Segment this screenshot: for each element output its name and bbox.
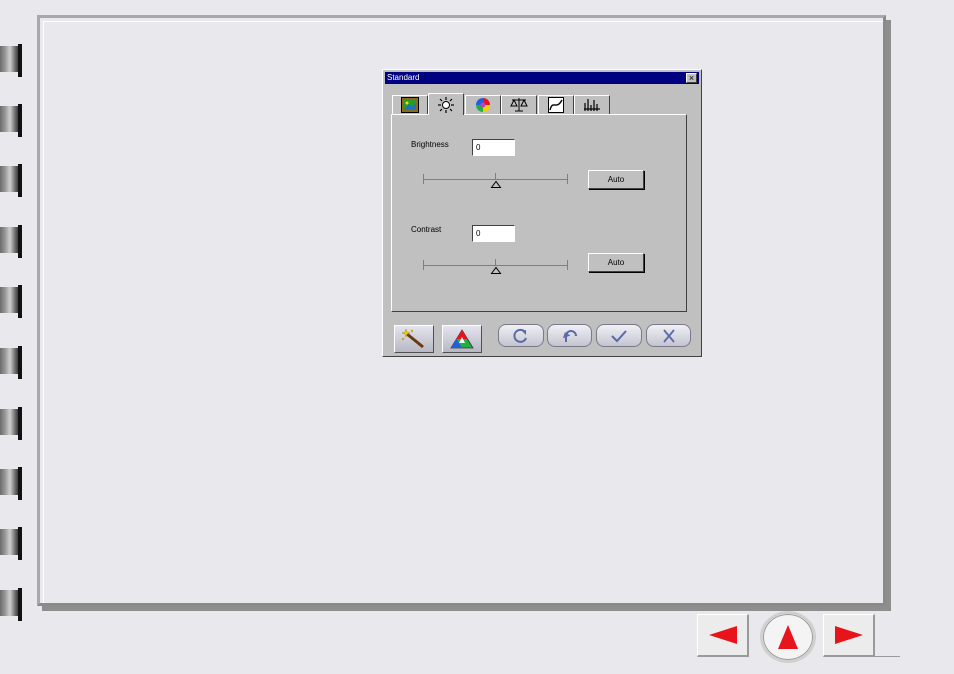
binder-ring [0,44,22,77]
binder-ring [0,104,22,137]
tab-histogram[interactable] [574,95,610,114]
cancel-x-icon [662,328,675,343]
nav-underline [875,656,900,657]
standard-dialog: Standard × Brightness 0 Auto Contrast 0 … [382,69,702,357]
home-button[interactable] [760,611,816,663]
ok-button[interactable] [596,324,642,347]
binder-ring [0,346,22,379]
binder-ring [0,285,22,318]
rgb-triangle-icon [450,329,474,349]
color-wheel-icon [476,98,490,112]
contrast-slider[interactable] [423,259,568,274]
color-adjust-button[interactable] [442,325,482,353]
tab-curves[interactable] [538,95,574,114]
tab-color[interactable] [465,95,501,114]
brightness-label: Brightness [411,140,449,149]
binder-ring [0,527,22,560]
contrast-input[interactable]: 0 [472,225,515,242]
cancel-button[interactable] [646,324,691,347]
dialog-title: Standard [387,73,420,82]
previous-page-button[interactable] [697,614,749,657]
close-button[interactable]: × [686,73,697,83]
dialog-titlebar[interactable]: Standard × [385,72,699,84]
checkmark-icon [611,329,627,342]
tab-brightness[interactable] [428,93,464,115]
settings-panel: Brightness 0 Auto Contrast 0 Auto [391,114,687,312]
binder-ring [0,407,22,440]
right-arrow-icon [834,626,863,644]
next-page-button[interactable] [823,614,875,657]
binder-ring [0,467,22,500]
left-arrow-icon [708,626,737,644]
contrast-label: Contrast [411,225,442,234]
brightness-slider[interactable] [423,173,568,188]
reset-button[interactable] [498,324,544,347]
curve-icon [548,97,564,113]
up-arrow-icon [778,625,798,649]
binder-ring [0,225,22,258]
brightness-slider-thumb[interactable] [490,180,501,188]
undo-icon [562,329,577,342]
contrast-slider-thumb[interactable] [490,266,501,274]
tab-balance[interactable] [501,95,537,114]
image-icon [401,97,419,113]
binder-ring [0,588,22,621]
brightness-input[interactable]: 0 [472,139,515,156]
balance-icon [510,98,528,112]
close-icon: × [688,73,695,83]
brightness-auto-button[interactable]: Auto [588,170,644,189]
binder-ring [0,164,22,197]
tab-image[interactable] [392,95,428,114]
magic-wand-button[interactable] [394,325,434,353]
contrast-auto-button[interactable]: Auto [588,253,644,272]
brightness-icon [438,96,454,113]
histogram-icon [584,99,600,111]
undo-button[interactable] [547,324,592,347]
magic-wand-icon [401,328,424,349]
refresh-icon [513,328,527,343]
